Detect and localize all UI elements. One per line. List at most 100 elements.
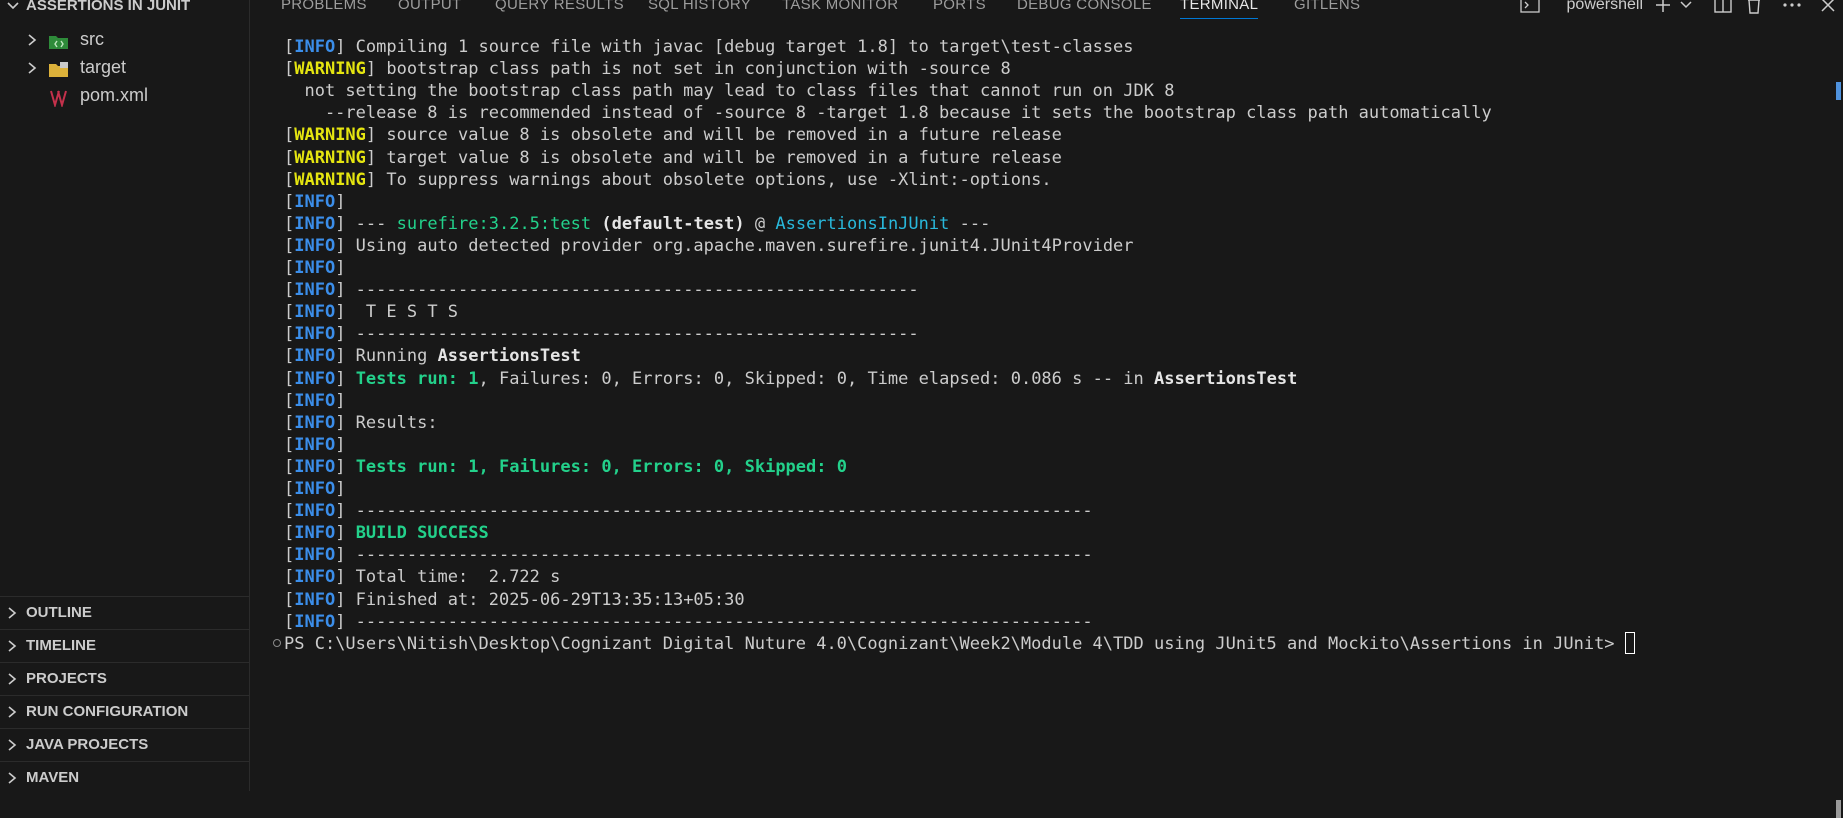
terminal-text-segment: INFO xyxy=(294,479,336,499)
terminal-text-segment: [ xyxy=(284,324,295,345)
terminal-text-segment: INFO xyxy=(294,611,336,632)
terminal-text-segment: [ xyxy=(284,589,295,610)
more-actions-icon[interactable] xyxy=(1781,0,1803,18)
terminal-text-segment: WARNING xyxy=(294,125,366,146)
tab-ports[interactable]: PORTS xyxy=(933,0,986,18)
explorer-sidebar: ASSERTIONS IN JUNIT src target pom.xml O… xyxy=(0,0,250,791)
chevron-right-icon xyxy=(22,52,42,82)
terminal-text-segment: [ xyxy=(284,611,295,632)
terminal-text-segment: ] Finished at: 2025-06-29T13:35:13+05:30 xyxy=(335,589,745,610)
terminal-text-segment: ] --------------------------------------… xyxy=(335,280,919,301)
terminal-text-segment: AssertionsTest xyxy=(1154,368,1298,389)
terminal-text-segment: ] xyxy=(335,434,346,455)
maven-icon xyxy=(48,86,70,109)
chevron-down-icon[interactable] xyxy=(1679,0,1693,18)
section-run-configuration[interactable]: RUN CONFIGURATION xyxy=(0,695,250,728)
section-maven[interactable]: MAVEN xyxy=(0,761,250,794)
terminal-text-segment: ] xyxy=(335,368,356,389)
terminal-text-segment: AssertionsInJUnit xyxy=(775,213,950,234)
terminal-text-segment: WARNING xyxy=(294,147,366,168)
terminal-text-segment: INFO xyxy=(294,368,336,389)
terminal-text-segment: [ xyxy=(284,390,295,411)
tree-item-target[interactable]: target xyxy=(0,52,250,82)
tree-item-label: pom.xml xyxy=(80,85,149,105)
terminal-text-segment: --release 8 is recommended instead of -s… xyxy=(284,103,1492,124)
terminal-text-segment: INFO xyxy=(294,346,336,367)
terminal-text-segment: , Failures: 0, Errors: 0, Skipped: 0, Ti… xyxy=(478,368,1155,389)
terminal-text-segment: ] Total time: 2.722 s xyxy=(335,567,561,588)
chevron-right-icon xyxy=(22,24,42,54)
terminal-text-segment: INFO xyxy=(294,390,336,411)
terminal-text-segment: @ xyxy=(744,213,776,234)
terminal-text-segment: ] source value 8 is obsolete and will be… xyxy=(365,125,1062,146)
terminal-text-segment: ] bootstrap class path is not set in con… xyxy=(365,59,1011,80)
split-terminal-icon[interactable] xyxy=(1713,0,1733,18)
terminal-text-segment: [ xyxy=(284,479,295,499)
section-timeline[interactable]: TIMELINE xyxy=(0,629,250,662)
bottom-panel: PROBLEMS OUTPUT QUERY RESULTS SQL HISTOR… xyxy=(251,0,1843,818)
terminal-text-segment: ] Running xyxy=(335,346,438,367)
terminal-text-segment: [ xyxy=(284,147,295,168)
src-folder-icon xyxy=(48,30,70,49)
section-label: OUTLINE xyxy=(26,604,92,621)
terminal-text-segment: INFO xyxy=(294,235,336,256)
section-label: PROJECTS xyxy=(26,670,107,687)
tab-output[interactable]: OUTPUT xyxy=(398,0,461,18)
terminal-text-segment: ] --------------------------------------… xyxy=(335,545,1093,566)
tab-query-results[interactable]: QUERY RESULTS xyxy=(495,0,624,18)
tab-terminal[interactable]: TERMINAL xyxy=(1180,0,1259,19)
terminal-text-segment: ] --------------------------------------… xyxy=(335,611,1093,632)
terminal-text-segment: surefire:3.2.5:test xyxy=(396,213,592,234)
terminal-prompt-line[interactable]: PS C:\Users\Nitish\Desktop\Cognizant Dig… xyxy=(273,631,1635,657)
section-projects[interactable]: PROJECTS xyxy=(0,662,250,695)
terminal-scrollbar[interactable] xyxy=(1831,40,1843,818)
terminal-output[interactable]: [INFO] Compiling 1 source file with java… xyxy=(273,37,1823,791)
terminal-text-segment: Tests run: 1, Failures: 0, Errors: 0, Sk… xyxy=(355,456,847,477)
terminal-text-segment: INFO xyxy=(294,37,336,57)
tree-item-src[interactable]: src xyxy=(0,24,250,54)
tab-gitlens[interactable]: GITLENS xyxy=(1294,0,1360,18)
tab-problems[interactable]: PROBLEMS xyxy=(281,0,367,18)
terminal-text-segment: ] xyxy=(335,479,346,499)
explorer-project-header[interactable]: ASSERTIONS IN JUNIT xyxy=(0,0,250,17)
terminal-line: [INFO] Using auto detected provider org.… xyxy=(284,233,1134,259)
terminal-shell-icon[interactable] xyxy=(1520,0,1540,18)
prompt-decoration-icon[interactable] xyxy=(273,638,281,647)
tab-debug-console[interactable]: DEBUG CONSOLE xyxy=(1017,0,1152,18)
tree-item-pom[interactable]: pom.xml xyxy=(0,80,250,110)
terminal-text-segment: [ xyxy=(284,191,295,212)
terminal-text-segment: (default-test) xyxy=(601,213,745,234)
tree-item-label: target xyxy=(80,57,127,77)
terminal-text-segment: [ xyxy=(284,169,295,190)
terminal-text-segment: ] --------------------------------------… xyxy=(335,501,1093,522)
terminal-text-segment: ] xyxy=(335,456,356,477)
terminal-text-segment: [ xyxy=(284,37,295,57)
plus-icon[interactable] xyxy=(1653,0,1673,18)
section-outline[interactable]: OUTLINE xyxy=(0,596,250,629)
chevron-right-icon xyxy=(4,630,20,662)
terminal-text-segment: INFO xyxy=(294,589,336,610)
terminal-text-segment: INFO xyxy=(294,501,336,522)
terminal-text-segment: [ xyxy=(284,280,295,301)
terminal-text-segment: not setting the bootstrap class path may… xyxy=(284,81,1175,102)
terminal-text-segment: AssertionsTest xyxy=(437,346,581,367)
terminal-text-segment: [ xyxy=(284,434,295,455)
terminal-text-segment: ] Compiling 1 source file with javac [de… xyxy=(335,37,1134,57)
shell-label[interactable]: powershell xyxy=(1567,0,1643,18)
close-icon[interactable] xyxy=(1819,0,1837,18)
section-label: TIMELINE xyxy=(26,637,96,654)
terminal-text-segment: [ xyxy=(284,501,295,522)
tab-sql-history[interactable]: SQL HISTORY xyxy=(648,0,751,18)
scrollbar-marker xyxy=(1836,82,1841,100)
trash-icon[interactable] xyxy=(1745,0,1763,18)
terminal-text-segment: [ xyxy=(284,125,295,146)
terminal-text-segment: INFO xyxy=(294,280,336,301)
tab-task-monitor[interactable]: TASK MONITOR xyxy=(782,0,898,18)
terminal-text-segment: [ xyxy=(284,302,295,323)
terminal-text-segment: ] Using auto detected provider org.apach… xyxy=(335,235,1134,256)
explorer-project-title: ASSERTIONS IN JUNIT xyxy=(26,0,191,14)
section-java-projects[interactable]: JAVA PROJECTS xyxy=(0,728,250,761)
terminal-text-segment: [ xyxy=(284,258,295,278)
terminal-text-segment: --- xyxy=(949,213,991,234)
